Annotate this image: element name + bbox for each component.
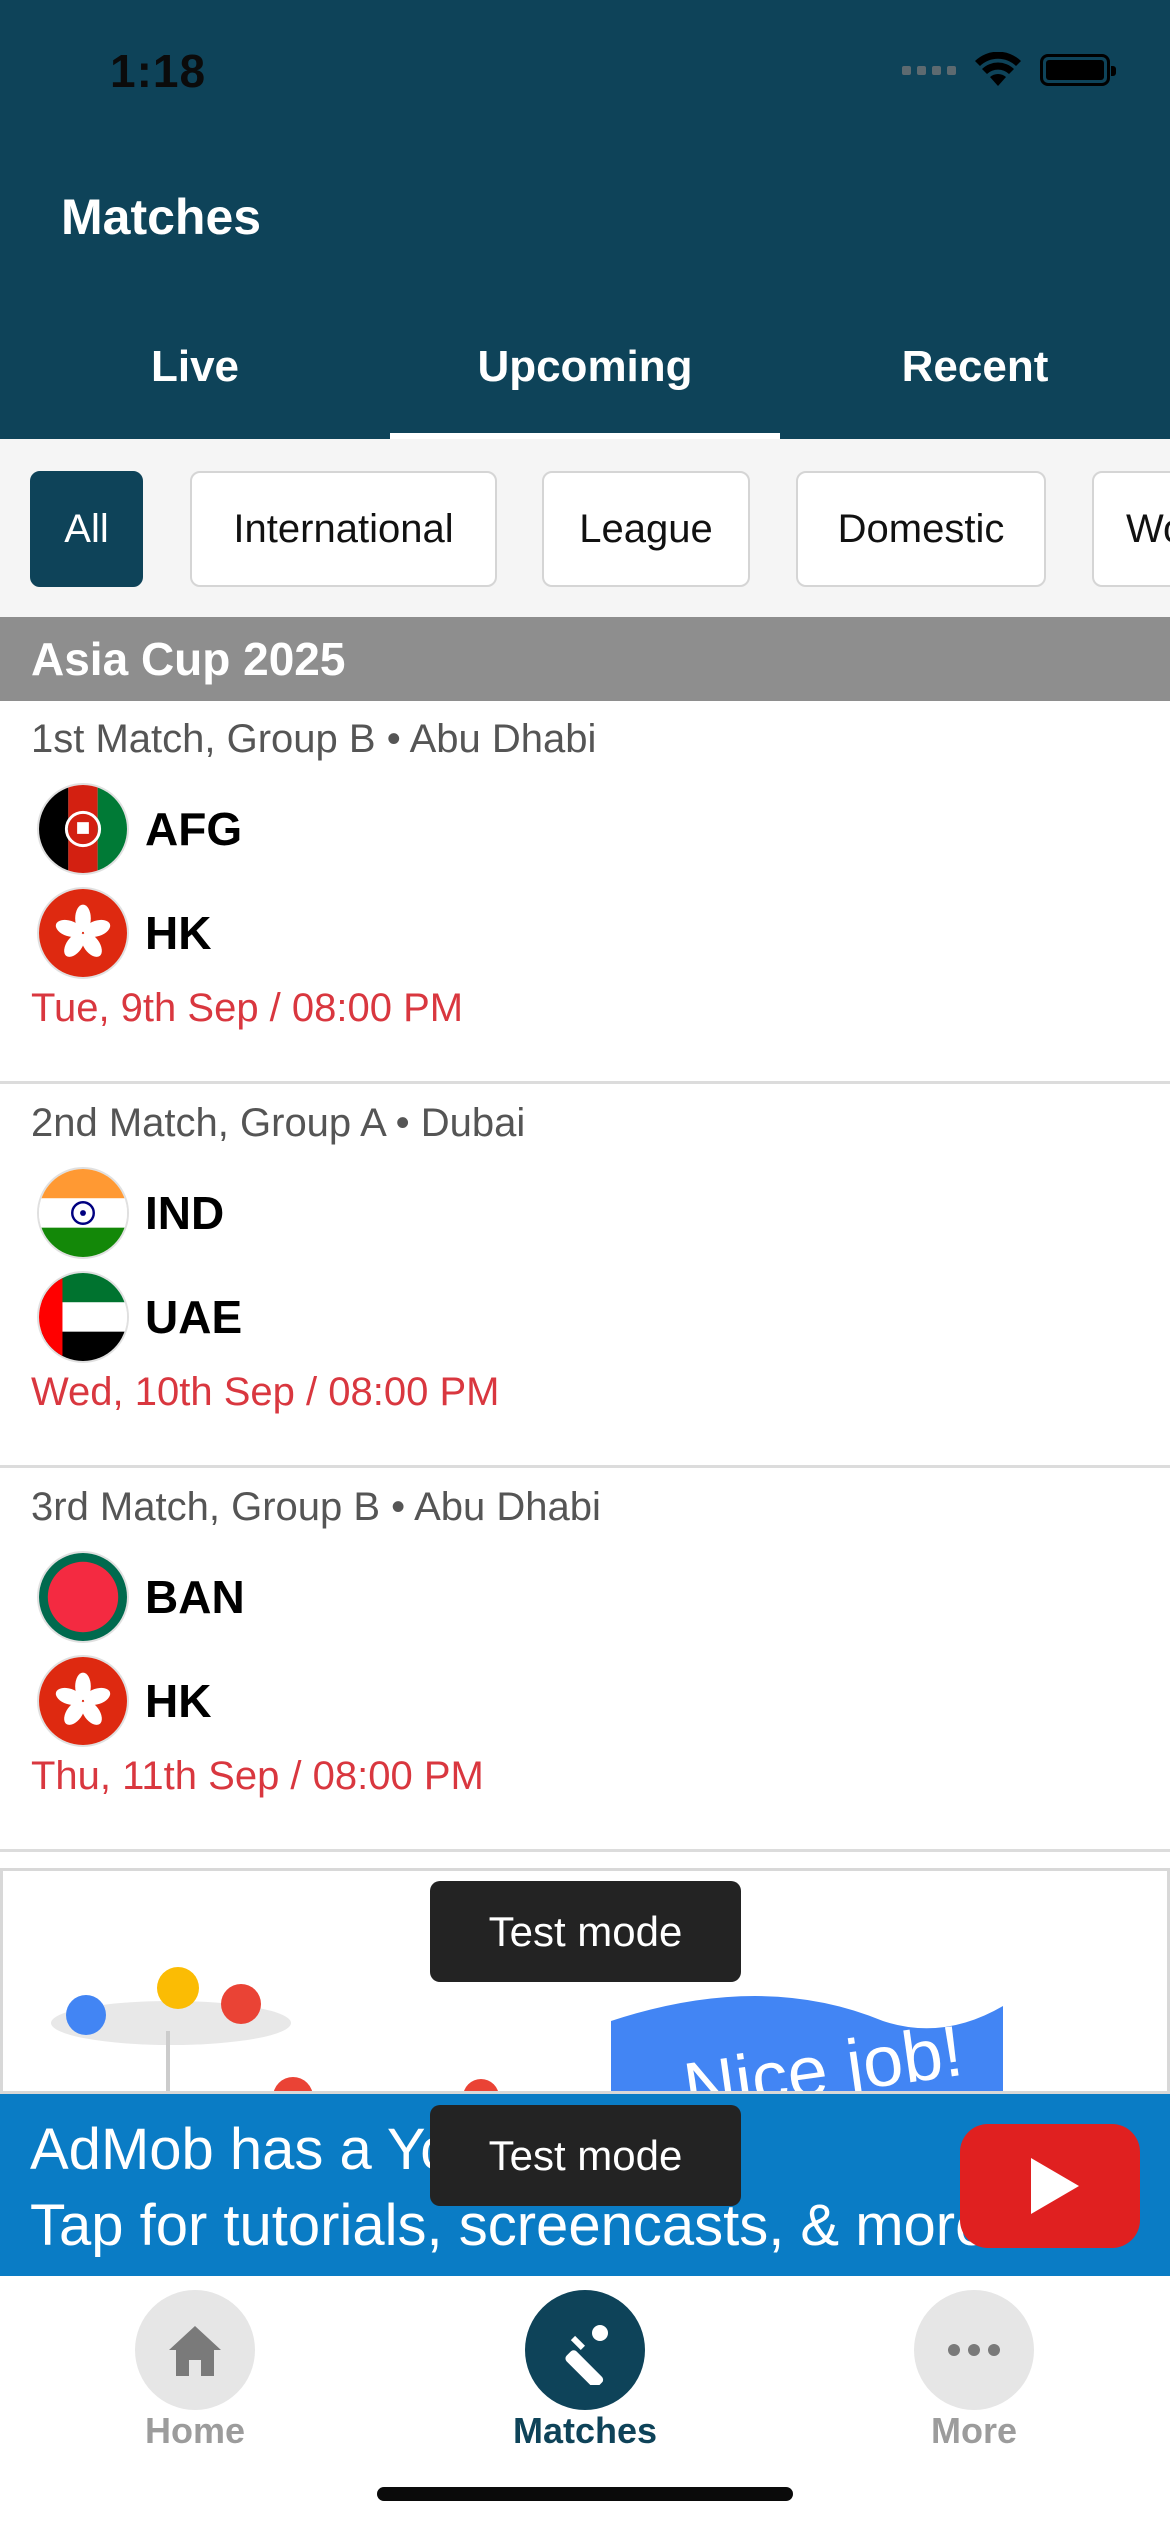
match-time: Tue, 9th Sep / 08:00 PM [31,986,464,1030]
team-row: HK [37,1655,211,1747]
tab-live[interactable]: Live [0,330,390,439]
match-tabs: Live Upcoming Recent [0,330,1170,439]
cricket-bat-icon [525,2290,645,2410]
ad-banner[interactable]: Nice job! AdMob has a You Tap for tutori… [0,1868,1170,2276]
match-card[interactable]: 1st Match, Group B • Abu Dhabi AFG HK Tu… [0,701,1170,1084]
youtube-play-icon[interactable] [960,2124,1140,2248]
app-root: 1:18 Matches Live Upcoming Recent All In… [0,0,1170,2532]
match-info: 1st Match, Group B • Abu Dhabi [31,717,597,761]
team-row: AFG [37,783,242,875]
nav-matches[interactable]: Matches [465,2290,705,2452]
team-name: HK [145,1675,212,1727]
home-indicator [377,2487,793,2501]
wifi-icon [975,52,1021,86]
filter-chip-domestic[interactable]: Domestic [796,471,1046,587]
series-header: Asia Cup 2025 [0,617,1170,701]
match-time: Wed, 10th Sep / 08:00 PM [31,1370,500,1414]
ad-headline: AdMob has a You [30,2117,485,2182]
battery-icon [1040,54,1116,86]
india-flag-icon [37,1167,129,1259]
nav-more[interactable]: More [854,2290,1094,2452]
filter-chip-league[interactable]: League [542,471,750,587]
app-header: 1:18 Matches Live Upcoming Recent [0,0,1170,439]
team-row: IND [37,1167,224,1259]
team-name: IND [145,1187,225,1239]
home-icon [135,2290,255,2410]
match-time: Thu, 11th Sep / 08:00 PM [31,1754,484,1798]
nav-label: More [930,2410,1017,2451]
team-name: BAN [145,1571,245,1623]
cellular-signal-icon [902,65,956,75]
match-card[interactable]: 3rd Match, Group B • Abu Dhabi BAN HK Th… [0,1469,1170,1852]
nav-home[interactable]: Home [75,2290,315,2452]
nav-label: Home [144,2410,246,2451]
team-name: HK [145,907,212,959]
test-mode-badge: Test mode [430,2105,741,2206]
uae-flag-icon [37,1271,129,1363]
test-mode-badge: Test mode [430,1881,741,1982]
filter-chip-all[interactable]: All [30,471,143,587]
bangladesh-flag-icon [37,1551,129,1643]
team-row: UAE [37,1271,242,1363]
hong-kong-flag-icon [37,887,129,979]
nav-label: Matches [512,2410,658,2451]
more-dots-icon [914,2290,1034,2410]
filter-chip-international[interactable]: International [190,471,497,587]
team-name: UAE [145,1291,243,1343]
match-info: 2nd Match, Group A • Dubai [31,1101,526,1145]
filter-chip-women[interactable]: Wo [1092,471,1170,587]
status-icons [902,52,1116,88]
filter-bar: All International League Domestic Wo [0,439,1170,617]
page-title: Matches [61,189,262,245]
tab-upcoming[interactable]: Upcoming [390,330,780,439]
team-row: BAN [37,1551,245,1643]
hong-kong-flag-icon [37,1655,129,1747]
match-card[interactable]: 2nd Match, Group A • Dubai IND UAE Wed, … [0,1085,1170,1468]
match-info: 3rd Match, Group B • Abu Dhabi [31,1485,601,1529]
tab-recent[interactable]: Recent [780,330,1170,439]
afghanistan-flag-icon [37,783,129,875]
team-name: AFG [145,803,243,855]
status-time: 1:18 [110,45,207,97]
team-row: HK [37,887,211,979]
